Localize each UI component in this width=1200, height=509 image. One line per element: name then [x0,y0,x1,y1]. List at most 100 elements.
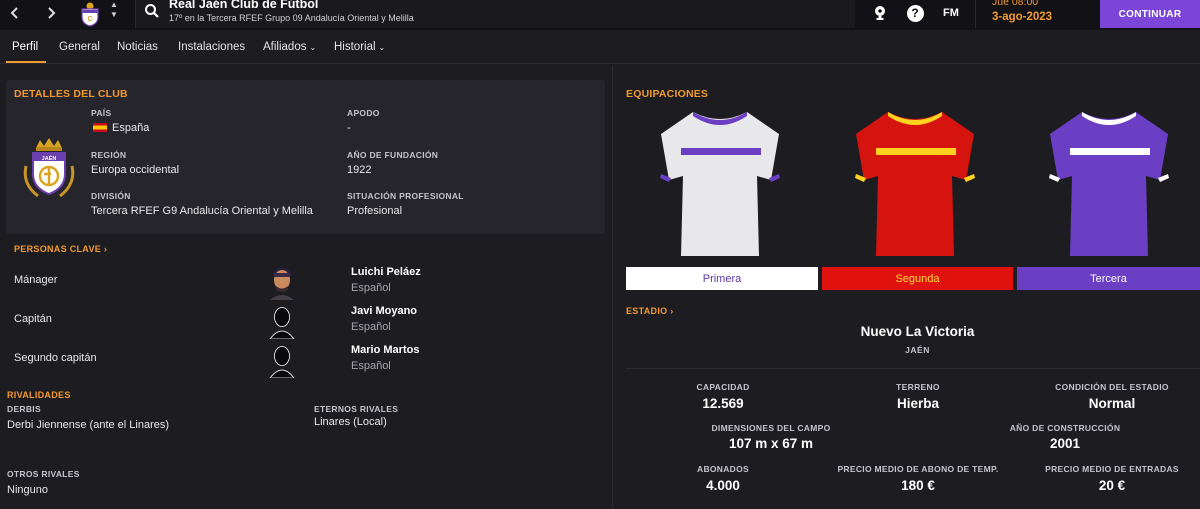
chevron-down-icon: ⌄ [309,43,317,52]
awards-button[interactable] [870,3,890,23]
founded-label: AÑO DE FUNDACIÓN [347,150,439,160]
club-crest-icon: JAÉN [23,138,75,198]
season-tickets-value: 4.000 [706,478,740,493]
tab-label: Historial [334,41,376,53]
eternal-rivals-value[interactable]: Linares (Local) [314,416,387,428]
nickname-value: - [347,122,351,134]
stadium-city: JAÉN [905,345,930,355]
manager-nationality: Español [351,282,391,294]
captain-name[interactable]: Javi Moyano [351,305,417,317]
tab-bar: Perfil General Noticias Instalaciones Af… [0,30,1200,64]
other-rivals-label: OTROS RIVALES [7,469,80,479]
key-people-title[interactable]: PERSONAS CLAVE › [14,244,107,254]
condition-label: CONDICIÓN DEL ESTADIO [1055,382,1169,392]
chevron-down-icon: ▼ [110,10,118,19]
country-text: España [112,122,150,134]
tab-afiliados[interactable]: Afiliados ⌄ [263,41,316,53]
game-day: 3-ago-2023 [992,11,1053,23]
role-manager: Mánager [14,274,58,286]
status-value: Profesional [347,205,403,217]
tab-instalaciones[interactable]: Instalaciones [178,41,245,53]
home-kit-shirt-icon[interactable] [655,104,785,264]
chevron-left-icon [10,7,18,19]
kit-third-label[interactable]: Tercera [1017,267,1200,290]
away-kit-shirt-icon[interactable] [850,104,980,264]
founded-value: 1922 [347,164,372,176]
column-divider [612,66,613,509]
tab-perfil[interactable]: Perfil [12,41,38,53]
back-button[interactable] [2,0,28,26]
nickname-label: APODO [347,108,380,118]
help-icon: ? [906,4,924,22]
built-label: AÑO DE CONSTRUCCIÓN [1009,423,1121,433]
continue-button[interactable]: CONTINUAR [1100,0,1200,28]
club-subtitle: 17º en la Tercera RFEF Grupo 09 Andalucí… [169,13,414,23]
chevron-right-icon [48,7,56,19]
region-value: Europa occidental [91,164,180,176]
third-kit-shirt-icon[interactable] [1044,104,1174,264]
country-value[interactable]: España [93,122,149,134]
fm-menu-button[interactable]: FM [940,3,962,23]
capacity-label: CAPACIDAD [696,382,750,392]
captain-nationality: Español [351,321,391,333]
svg-text:C: C [87,16,92,23]
tab-historial[interactable]: Historial ⌄ [334,41,385,53]
stadium-title[interactable]: ESTADIO › [626,306,674,316]
manager-avatar[interactable] [268,264,296,300]
avg-ticket-price-value: 20 € [1098,478,1126,493]
forward-button[interactable] [38,0,64,26]
rivalries-title: RIVALIDADES [7,390,71,400]
club-details-title: DETALLES DEL CLUB [14,88,128,100]
dimensions-value: 107 m x 67 m [728,436,814,451]
vice-captain-nationality: Español [351,360,391,372]
kit-home-label[interactable]: Primera [626,267,818,290]
stadium-divider [626,368,1200,369]
kit-away-label[interactable]: Segunda [822,267,1013,290]
tab-general[interactable]: General [59,41,100,53]
avg-season-price-value: 180 € [901,478,935,493]
club-title: Real Jaén Club de Fútbol [169,0,319,11]
role-captain: Capitán [14,313,52,325]
surface-label: TERRENO [896,382,940,392]
chevron-up-icon: ▲ [110,0,118,9]
derbies-value: Derbi Jiennense (ante el Linares) [7,419,170,431]
dimensions-label: DIMENSIONES DEL CAMPO [711,423,831,433]
active-tab-indicator [6,61,46,63]
capacity-value: 12.569 [702,396,744,411]
tab-label: Afiliados [263,41,307,53]
avg-season-price-label: PRECIO MEDIO DE ABONO DE TEMP. [837,464,999,474]
game-date[interactable]: Jue 08:00 3-ago-2023 [975,0,1085,28]
vice-captain-name[interactable]: Mario Martos [351,344,419,356]
crest-text: JAÉN [42,154,57,162]
search-bar[interactable]: Real Jaén Club de Fútbol 17º en la Terce… [135,0,855,28]
club-crest-icon[interactable]: C [78,1,102,27]
role-vice-captain: Segundo capitán [14,352,97,364]
other-rivals-value: Ninguno [7,484,48,496]
country-label: PAÍS [91,108,112,118]
eternal-rivals-label: ETERNOS RIVALES [314,404,399,414]
manager-name[interactable]: Luichi Peláez [351,266,421,278]
top-bar: C ▲ ▼ Real Jaén Club de Fútbol 17º en la… [0,0,1200,30]
division-label: DIVISIÓN [91,191,131,201]
region-label: REGIÓN [91,150,127,160]
derbies-label: DERBIS [7,404,41,414]
chevron-down-icon: ⌄ [378,43,386,52]
tab-noticias[interactable]: Noticias [117,41,158,53]
status-label: SITUACIÓN PROFESIONAL [347,191,464,201]
kits-title: EQUIPACIONES [626,88,709,100]
stadium-name: Nuevo La Victoria [860,324,975,339]
help-button[interactable]: ? [905,3,925,23]
season-tickets-label: ABONADOS [697,464,749,474]
avg-ticket-price-label: PRECIO MEDIO DE ENTRADAS [1045,464,1179,474]
surface-value: Hierba [896,396,940,411]
spain-flag-icon [93,123,107,132]
division-value[interactable]: Tercera RFEF G9 Andalucía Oriental y Mel… [91,205,313,217]
club-details-panel: DETALLES DEL CLUB JAÉN PAÍS España APODO… [6,80,605,234]
game-time: Jue 08:00 [992,0,1039,8]
captain-avatar[interactable] [268,303,296,339]
vice-captain-avatar[interactable] [268,342,296,378]
built-value: 2001 [1049,436,1081,451]
search-icon [145,4,159,18]
club-switcher[interactable]: ▲ ▼ [108,0,120,20]
ball-trophy-icon [875,6,885,20]
